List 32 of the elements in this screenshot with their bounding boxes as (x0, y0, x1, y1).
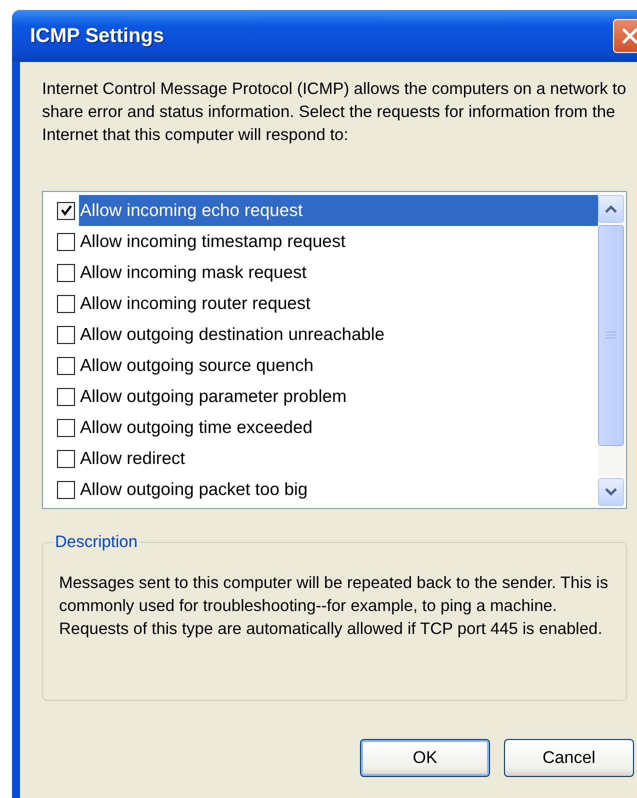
checkbox[interactable] (57, 356, 75, 374)
checkbox[interactable] (57, 264, 75, 282)
intro-text: Internet Control Message Protocol (ICMP) allows the computers on a network to share error and status information. Select the requests for information from the Internet that this computer will respond to: (42, 79, 628, 146)
request-item[interactable]: Allow incoming router request (79, 288, 311, 319)
grip-icon (606, 331, 616, 340)
checkbox[interactable] (57, 326, 75, 344)
checkbox[interactable] (57, 418, 75, 436)
window-title: ICMP Settings (30, 24, 164, 48)
request-item[interactable]: Allow outgoing parameter problem (79, 381, 347, 412)
scroll-up-button[interactable] (598, 195, 624, 223)
request-item[interactable]: Allow outgoing source quench (79, 350, 314, 381)
request-item[interactable]: Allow outgoing destination unreachable (79, 319, 385, 350)
request-item[interactable]: Allow incoming mask request (79, 257, 307, 288)
scrollbar[interactable] (598, 195, 624, 506)
request-item[interactable]: Allow incoming echo request (79, 195, 598, 226)
ok-button[interactable]: OK (360, 739, 490, 777)
description-text: Messages sent to this computer will be repeated back to the sender. This is commonly used for troubleshooting--for example, to ping a machine. Requests of this type are automatically allowed if TCP port 445 is enabled. (59, 573, 610, 640)
group-title: Description (54, 533, 139, 552)
request-item[interactable]: Allow incoming timestamp request (79, 226, 346, 257)
scroll-down-button[interactable] (598, 478, 624, 506)
request-item[interactable]: Allow outgoing packet too big (79, 474, 308, 505)
checkbox[interactable] (57, 202, 75, 220)
checkbox[interactable] (57, 480, 75, 498)
checkbox[interactable] (57, 232, 75, 250)
checkbox[interactable] (57, 388, 75, 406)
checkbox[interactable] (57, 294, 75, 312)
request-item[interactable]: Allow redirect (79, 443, 186, 474)
checkbox[interactable] (57, 450, 75, 468)
cancel-button[interactable]: Cancel (504, 739, 634, 777)
request-item[interactable]: Allow outgoing time exceeded (79, 412, 313, 443)
scroll-thumb[interactable] (598, 225, 624, 446)
close-button[interactable] (613, 19, 637, 53)
